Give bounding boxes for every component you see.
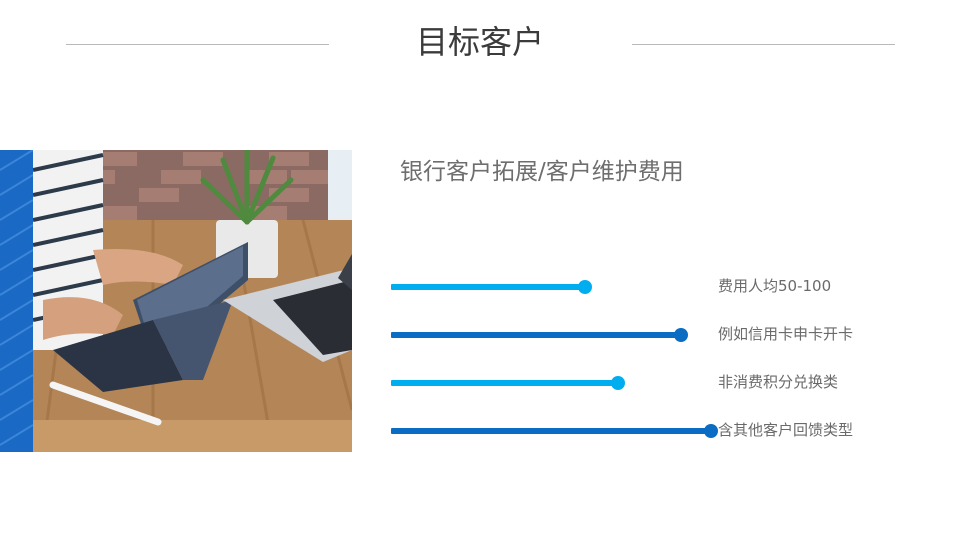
progress-bar-track bbox=[391, 284, 585, 290]
photo-laptop-tablet bbox=[33, 150, 352, 452]
progress-bar-track bbox=[391, 332, 681, 338]
section-subtitle: 银行客户拓展/客户维护费用 bbox=[400, 159, 684, 185]
page-title: 目标客户 bbox=[415, 23, 544, 61]
progress-label: 例如信用卡申卡开卡 bbox=[718, 325, 854, 343]
title-divider-left bbox=[66, 44, 329, 45]
progress-bar-handle bbox=[704, 424, 718, 438]
accent-strip bbox=[0, 150, 33, 452]
progress-bar-track bbox=[391, 428, 711, 434]
progress-bar-track bbox=[391, 380, 618, 386]
progress-bar-handle bbox=[578, 280, 592, 294]
progress-label: 含其他客户回馈类型 bbox=[718, 421, 854, 439]
progress-bar-handle bbox=[611, 376, 625, 390]
slide: 目标客户 银行客户拓展/客户维护费用 费用人均50-100 例如信用卡申卡开卡 … bbox=[0, 0, 960, 540]
progress-bar-handle bbox=[674, 328, 688, 342]
progress-label: 费用人均50-100 bbox=[718, 277, 832, 295]
title-divider-right bbox=[632, 44, 895, 45]
progress-label: 非消费积分兑换类 bbox=[718, 373, 839, 391]
